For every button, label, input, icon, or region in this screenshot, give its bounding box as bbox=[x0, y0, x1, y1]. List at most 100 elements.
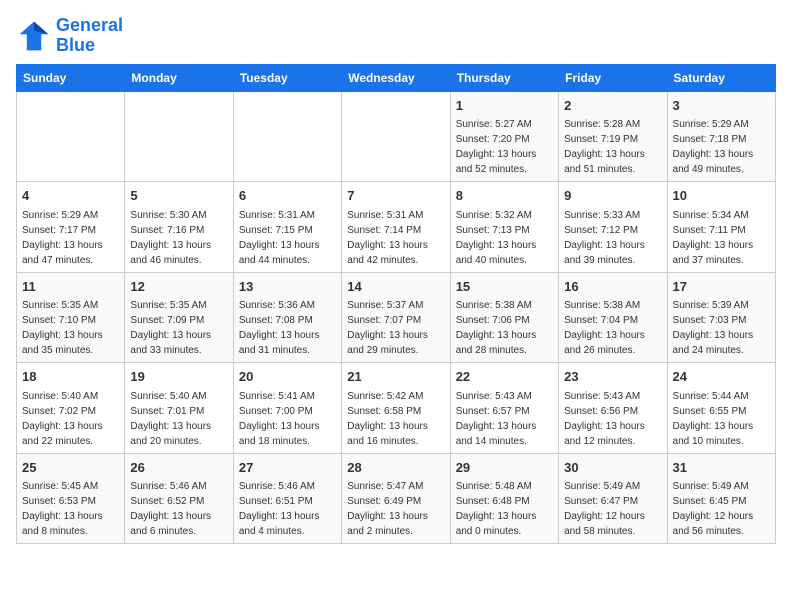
day-info: Sunset: 7:14 PM bbox=[347, 223, 444, 238]
day-info: and 14 minutes. bbox=[456, 434, 553, 449]
day-cell bbox=[125, 91, 233, 182]
day-info: Sunset: 7:09 PM bbox=[130, 313, 227, 328]
day-cell: 4Sunrise: 5:29 AMSunset: 7:17 PMDaylight… bbox=[17, 182, 125, 273]
day-info: Sunset: 6:47 PM bbox=[564, 494, 661, 509]
day-info: Daylight: 13 hours bbox=[564, 147, 661, 162]
page-header: General Blue bbox=[16, 16, 776, 56]
day-info: and 18 minutes. bbox=[239, 434, 336, 449]
day-cell: 22Sunrise: 5:43 AMSunset: 6:57 PMDayligh… bbox=[450, 363, 558, 454]
day-number: 29 bbox=[456, 458, 553, 478]
day-cell: 25Sunrise: 5:45 AMSunset: 6:53 PMDayligh… bbox=[17, 453, 125, 544]
day-info: Sunset: 7:00 PM bbox=[239, 404, 336, 419]
day-number: 14 bbox=[347, 277, 444, 297]
day-info: Sunset: 6:57 PM bbox=[456, 404, 553, 419]
day-info: Sunset: 7:17 PM bbox=[22, 223, 119, 238]
day-number: 28 bbox=[347, 458, 444, 478]
weekday-wednesday: Wednesday bbox=[342, 64, 450, 91]
day-number: 19 bbox=[130, 367, 227, 387]
day-number: 24 bbox=[673, 367, 770, 387]
day-cell bbox=[342, 91, 450, 182]
day-info: Sunset: 7:04 PM bbox=[564, 313, 661, 328]
day-info: and 16 minutes. bbox=[347, 434, 444, 449]
day-info: and 40 minutes. bbox=[456, 253, 553, 268]
day-info: Sunset: 7:13 PM bbox=[456, 223, 553, 238]
weekday-friday: Friday bbox=[559, 64, 667, 91]
day-info: Daylight: 13 hours bbox=[22, 238, 119, 253]
day-info: Daylight: 13 hours bbox=[130, 419, 227, 434]
day-info: Sunset: 7:18 PM bbox=[673, 132, 770, 147]
day-cell: 30Sunrise: 5:49 AMSunset: 6:47 PMDayligh… bbox=[559, 453, 667, 544]
day-info: Sunrise: 5:36 AM bbox=[239, 298, 336, 313]
day-info: Daylight: 13 hours bbox=[673, 328, 770, 343]
day-info: Sunrise: 5:43 AM bbox=[564, 389, 661, 404]
day-info: Sunset: 7:02 PM bbox=[22, 404, 119, 419]
day-info: Sunrise: 5:47 AM bbox=[347, 479, 444, 494]
day-info: Daylight: 13 hours bbox=[564, 238, 661, 253]
day-cell bbox=[17, 91, 125, 182]
day-info: and 47 minutes. bbox=[22, 253, 119, 268]
day-info: and 0 minutes. bbox=[456, 524, 553, 539]
day-info: Sunset: 7:08 PM bbox=[239, 313, 336, 328]
day-info: and 37 minutes. bbox=[673, 253, 770, 268]
day-number: 3 bbox=[673, 96, 770, 116]
day-info: Sunrise: 5:41 AM bbox=[239, 389, 336, 404]
day-info: Sunrise: 5:40 AM bbox=[22, 389, 119, 404]
day-info: Sunrise: 5:49 AM bbox=[673, 479, 770, 494]
day-info: Daylight: 12 hours bbox=[564, 509, 661, 524]
day-cell: 29Sunrise: 5:48 AMSunset: 6:48 PMDayligh… bbox=[450, 453, 558, 544]
day-info: Sunrise: 5:37 AM bbox=[347, 298, 444, 313]
day-info: Sunrise: 5:34 AM bbox=[673, 208, 770, 223]
weekday-saturday: Saturday bbox=[667, 64, 775, 91]
day-number: 4 bbox=[22, 186, 119, 206]
day-info: Daylight: 13 hours bbox=[456, 509, 553, 524]
day-info: and 8 minutes. bbox=[22, 524, 119, 539]
day-cell: 9Sunrise: 5:33 AMSunset: 7:12 PMDaylight… bbox=[559, 182, 667, 273]
day-info: Daylight: 13 hours bbox=[347, 419, 444, 434]
day-info: Daylight: 13 hours bbox=[456, 147, 553, 162]
day-info: Daylight: 13 hours bbox=[456, 238, 553, 253]
day-cell: 6Sunrise: 5:31 AMSunset: 7:15 PMDaylight… bbox=[233, 182, 341, 273]
day-info: Daylight: 13 hours bbox=[130, 328, 227, 343]
day-number: 11 bbox=[22, 277, 119, 297]
day-number: 30 bbox=[564, 458, 661, 478]
day-info: and 52 minutes. bbox=[456, 162, 553, 177]
day-info: Sunrise: 5:28 AM bbox=[564, 117, 661, 132]
day-info: Sunset: 7:10 PM bbox=[22, 313, 119, 328]
day-info: Sunset: 7:11 PM bbox=[673, 223, 770, 238]
day-info: and 44 minutes. bbox=[239, 253, 336, 268]
day-number: 25 bbox=[22, 458, 119, 478]
day-cell: 3Sunrise: 5:29 AMSunset: 7:18 PMDaylight… bbox=[667, 91, 775, 182]
day-info: Sunrise: 5:40 AM bbox=[130, 389, 227, 404]
day-number: 15 bbox=[456, 277, 553, 297]
day-cell: 11Sunrise: 5:35 AMSunset: 7:10 PMDayligh… bbox=[17, 272, 125, 363]
day-info: Sunrise: 5:35 AM bbox=[130, 298, 227, 313]
day-number: 20 bbox=[239, 367, 336, 387]
day-info: Sunrise: 5:35 AM bbox=[22, 298, 119, 313]
day-info: Daylight: 13 hours bbox=[239, 238, 336, 253]
day-cell: 15Sunrise: 5:38 AMSunset: 7:06 PMDayligh… bbox=[450, 272, 558, 363]
day-number: 16 bbox=[564, 277, 661, 297]
day-info: Daylight: 13 hours bbox=[347, 328, 444, 343]
day-info: Sunrise: 5:31 AM bbox=[239, 208, 336, 223]
day-info: Sunset: 6:58 PM bbox=[347, 404, 444, 419]
day-cell: 5Sunrise: 5:30 AMSunset: 7:16 PMDaylight… bbox=[125, 182, 233, 273]
day-number: 2 bbox=[564, 96, 661, 116]
day-info: Sunrise: 5:45 AM bbox=[22, 479, 119, 494]
day-info: and 49 minutes. bbox=[673, 162, 770, 177]
day-cell: 1Sunrise: 5:27 AMSunset: 7:20 PMDaylight… bbox=[450, 91, 558, 182]
day-number: 10 bbox=[673, 186, 770, 206]
day-info: and 33 minutes. bbox=[130, 343, 227, 358]
day-info: Sunrise: 5:30 AM bbox=[130, 208, 227, 223]
day-info: and 12 minutes. bbox=[564, 434, 661, 449]
day-cell: 13Sunrise: 5:36 AMSunset: 7:08 PMDayligh… bbox=[233, 272, 341, 363]
day-number: 18 bbox=[22, 367, 119, 387]
day-info: Sunset: 6:53 PM bbox=[22, 494, 119, 509]
weekday-monday: Monday bbox=[125, 64, 233, 91]
day-info: Sunrise: 5:39 AM bbox=[673, 298, 770, 313]
day-info: Sunset: 7:20 PM bbox=[456, 132, 553, 147]
day-cell: 20Sunrise: 5:41 AMSunset: 7:00 PMDayligh… bbox=[233, 363, 341, 454]
day-info: Sunset: 7:06 PM bbox=[456, 313, 553, 328]
day-info: and 56 minutes. bbox=[673, 524, 770, 539]
day-cell: 14Sunrise: 5:37 AMSunset: 7:07 PMDayligh… bbox=[342, 272, 450, 363]
day-info: and 26 minutes. bbox=[564, 343, 661, 358]
